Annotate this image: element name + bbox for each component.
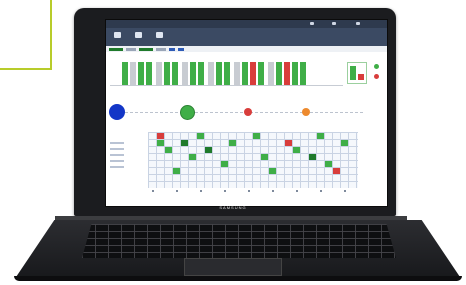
chart-bar — [198, 62, 204, 86]
toolbar-button-3[interactable] — [152, 30, 166, 46]
chart-bar — [268, 62, 274, 86]
grid-cell[interactable] — [261, 154, 268, 160]
chart-bar — [122, 62, 128, 86]
status-chip[interactable] — [126, 47, 136, 51]
grid-cell[interactable] — [157, 133, 164, 139]
grid-cell[interactable] — [205, 147, 212, 153]
legend-line — [110, 166, 124, 168]
laptop-front-edge — [14, 276, 462, 281]
status-chip[interactable] — [178, 47, 184, 51]
laptop-screen — [105, 19, 388, 207]
axis-tick — [344, 190, 346, 192]
grid-cell[interactable] — [309, 154, 316, 160]
grid-cell[interactable] — [317, 133, 324, 139]
accent-frame-decoration — [0, 0, 52, 70]
chart-bar — [284, 62, 290, 86]
grid-cell[interactable] — [181, 140, 188, 146]
grid-cell[interactable] — [157, 140, 164, 146]
chart-bar — [130, 62, 136, 86]
grid-cell[interactable] — [325, 161, 332, 167]
grid-cell[interactable] — [165, 147, 172, 153]
grid-cell[interactable] — [341, 140, 348, 146]
status-chip[interactable] — [169, 47, 175, 51]
window-controls-icon[interactable] — [356, 22, 360, 25]
grid-legend — [110, 138, 142, 188]
chart-axis — [110, 85, 343, 86]
grid-cell[interactable] — [221, 161, 228, 167]
grid-cell[interactable] — [269, 168, 276, 174]
chart-bar — [164, 62, 170, 86]
laptop-keyboard — [82, 224, 396, 258]
process-flow — [109, 98, 383, 126]
summary-green-cell — [350, 66, 356, 80]
chart-bar — [292, 62, 298, 86]
chart-bar — [276, 62, 282, 86]
axis-tick — [296, 190, 298, 192]
axis-tick — [176, 190, 178, 192]
chart-bar — [242, 62, 248, 86]
toolbar-button-2[interactable] — [131, 30, 145, 46]
flow-connector — [120, 112, 363, 113]
status-chip[interactable] — [156, 47, 166, 51]
chart-bar — [300, 62, 306, 86]
settings-icon[interactable] — [310, 22, 314, 25]
grid-cell[interactable] — [173, 168, 180, 174]
status-chip[interactable] — [139, 47, 153, 51]
laptop-touchpad — [184, 258, 282, 276]
warning-node[interactable] — [302, 108, 310, 116]
axis-tick — [272, 190, 274, 192]
app-toolbar — [106, 28, 387, 46]
status-bar-chart — [110, 58, 383, 92]
alert-node[interactable] — [244, 108, 252, 116]
status-chip[interactable] — [109, 47, 123, 51]
grid-cell[interactable] — [189, 154, 196, 160]
chart-bar — [172, 62, 178, 86]
section-1-label — [106, 52, 387, 56]
axis-tick — [224, 190, 226, 192]
legend-line — [110, 160, 124, 162]
box-icon — [113, 32, 121, 38]
chart-bar — [234, 62, 240, 86]
legend-line — [110, 154, 124, 156]
grid-axis — [148, 190, 358, 194]
chart-bar — [258, 62, 264, 86]
box-icon — [155, 32, 163, 38]
chart-bar — [208, 62, 214, 86]
legend-line — [110, 142, 124, 144]
chart-bar — [138, 62, 144, 86]
summary-red-cell — [358, 74, 364, 80]
schedule-grid[interactable] — [148, 132, 358, 188]
grid-cell[interactable] — [229, 140, 236, 146]
chart-bar — [250, 62, 256, 86]
legend-line — [110, 148, 124, 150]
grid-cell[interactable] — [253, 133, 260, 139]
start-node[interactable] — [109, 104, 125, 120]
status-alert-indicator — [374, 74, 379, 79]
axis-tick — [200, 190, 202, 192]
summary-panel — [347, 62, 367, 84]
grid-cell[interactable] — [293, 147, 300, 153]
chart-bar — [224, 62, 230, 86]
user-icon[interactable] — [332, 22, 336, 25]
grid-cell[interactable] — [285, 140, 292, 146]
chart-bar — [182, 62, 188, 86]
toolbar-button-1[interactable] — [110, 30, 124, 46]
grid-cell[interactable] — [333, 168, 340, 174]
chart-bar — [190, 62, 196, 86]
axis-tick — [248, 190, 250, 192]
chart-bar — [146, 62, 152, 86]
completed-node[interactable] — [180, 105, 195, 120]
chart-bar — [156, 62, 162, 86]
laptop-brand-logo: SAMSUNG — [219, 205, 247, 210]
schedule-grid-panel — [110, 132, 383, 198]
axis-tick — [152, 190, 154, 192]
chart-bar — [216, 62, 222, 86]
axis-tick — [320, 190, 322, 192]
app-titlebar — [106, 20, 387, 28]
status-ok-indicator — [374, 64, 379, 69]
section-3-label — [106, 126, 387, 130]
box-icon — [134, 32, 142, 38]
grid-cell[interactable] — [197, 133, 204, 139]
